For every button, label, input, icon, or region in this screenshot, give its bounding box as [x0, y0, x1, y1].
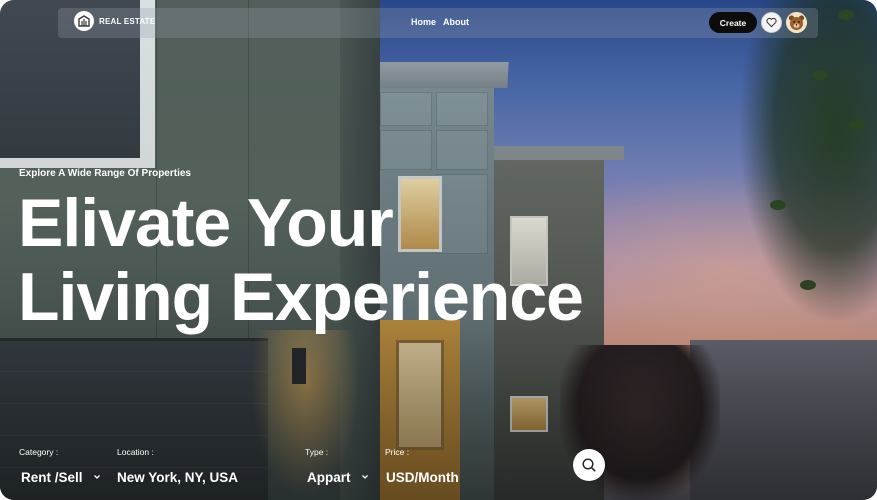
nav-link-about[interactable]: About [443, 17, 469, 27]
price-select[interactable]: USD/Month [386, 470, 459, 485]
bear-avatar-icon [786, 12, 807, 33]
chevron-down-icon[interactable] [92, 472, 102, 482]
hero-title-line-1: Elivate Your [18, 185, 394, 261]
type-select[interactable]: Appart [307, 470, 351, 485]
hero-title-line-2: Living Experience [18, 259, 584, 335]
heart-icon [766, 17, 777, 28]
type-label: Type : [305, 447, 329, 457]
search-button[interactable] [573, 449, 605, 481]
create-button[interactable]: Create [709, 12, 757, 33]
hero-eyebrow: Explore A Wide Range Of Properties [19, 168, 191, 179]
location-input[interactable]: New York, NY, USA [117, 470, 238, 485]
logo[interactable]: REAL ESTATE [74, 11, 155, 31]
hero-title: Elivate Your Living Experience [18, 185, 584, 335]
chevron-down-icon[interactable] [360, 472, 370, 482]
nav-link-home[interactable]: Home [411, 17, 436, 27]
category-select[interactable]: Rent /Sell [21, 470, 83, 485]
price-label: Price : [385, 447, 410, 457]
house-logo-icon [74, 11, 94, 31]
user-avatar[interactable] [786, 12, 807, 33]
navbar [58, 8, 818, 38]
search-icon [582, 458, 596, 472]
location-label: Location : [117, 447, 154, 457]
page-frame: REAL ESTATE Home About Create Explore A … [0, 0, 877, 500]
favorites-button[interactable] [761, 12, 782, 33]
brand-name: REAL ESTATE [99, 16, 156, 26]
category-label: Category : [19, 447, 59, 457]
